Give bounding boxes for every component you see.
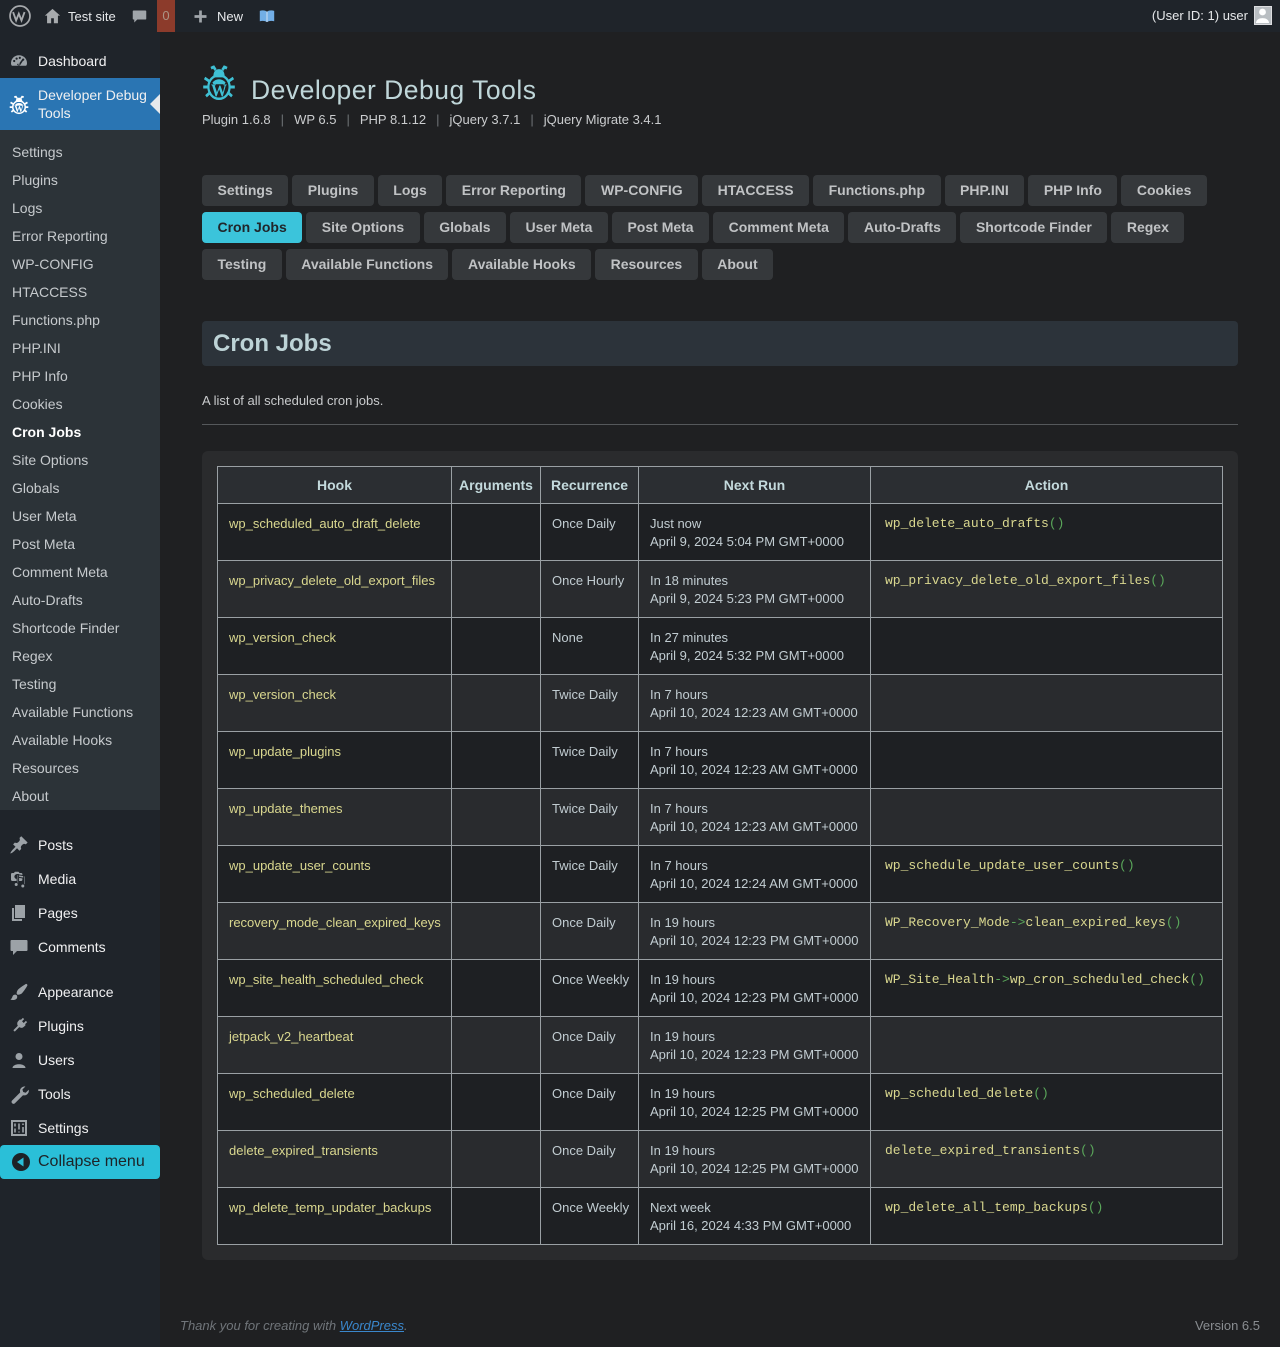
svg-text:W: W: [14, 105, 24, 115]
svg-text:W: W: [211, 81, 227, 101]
